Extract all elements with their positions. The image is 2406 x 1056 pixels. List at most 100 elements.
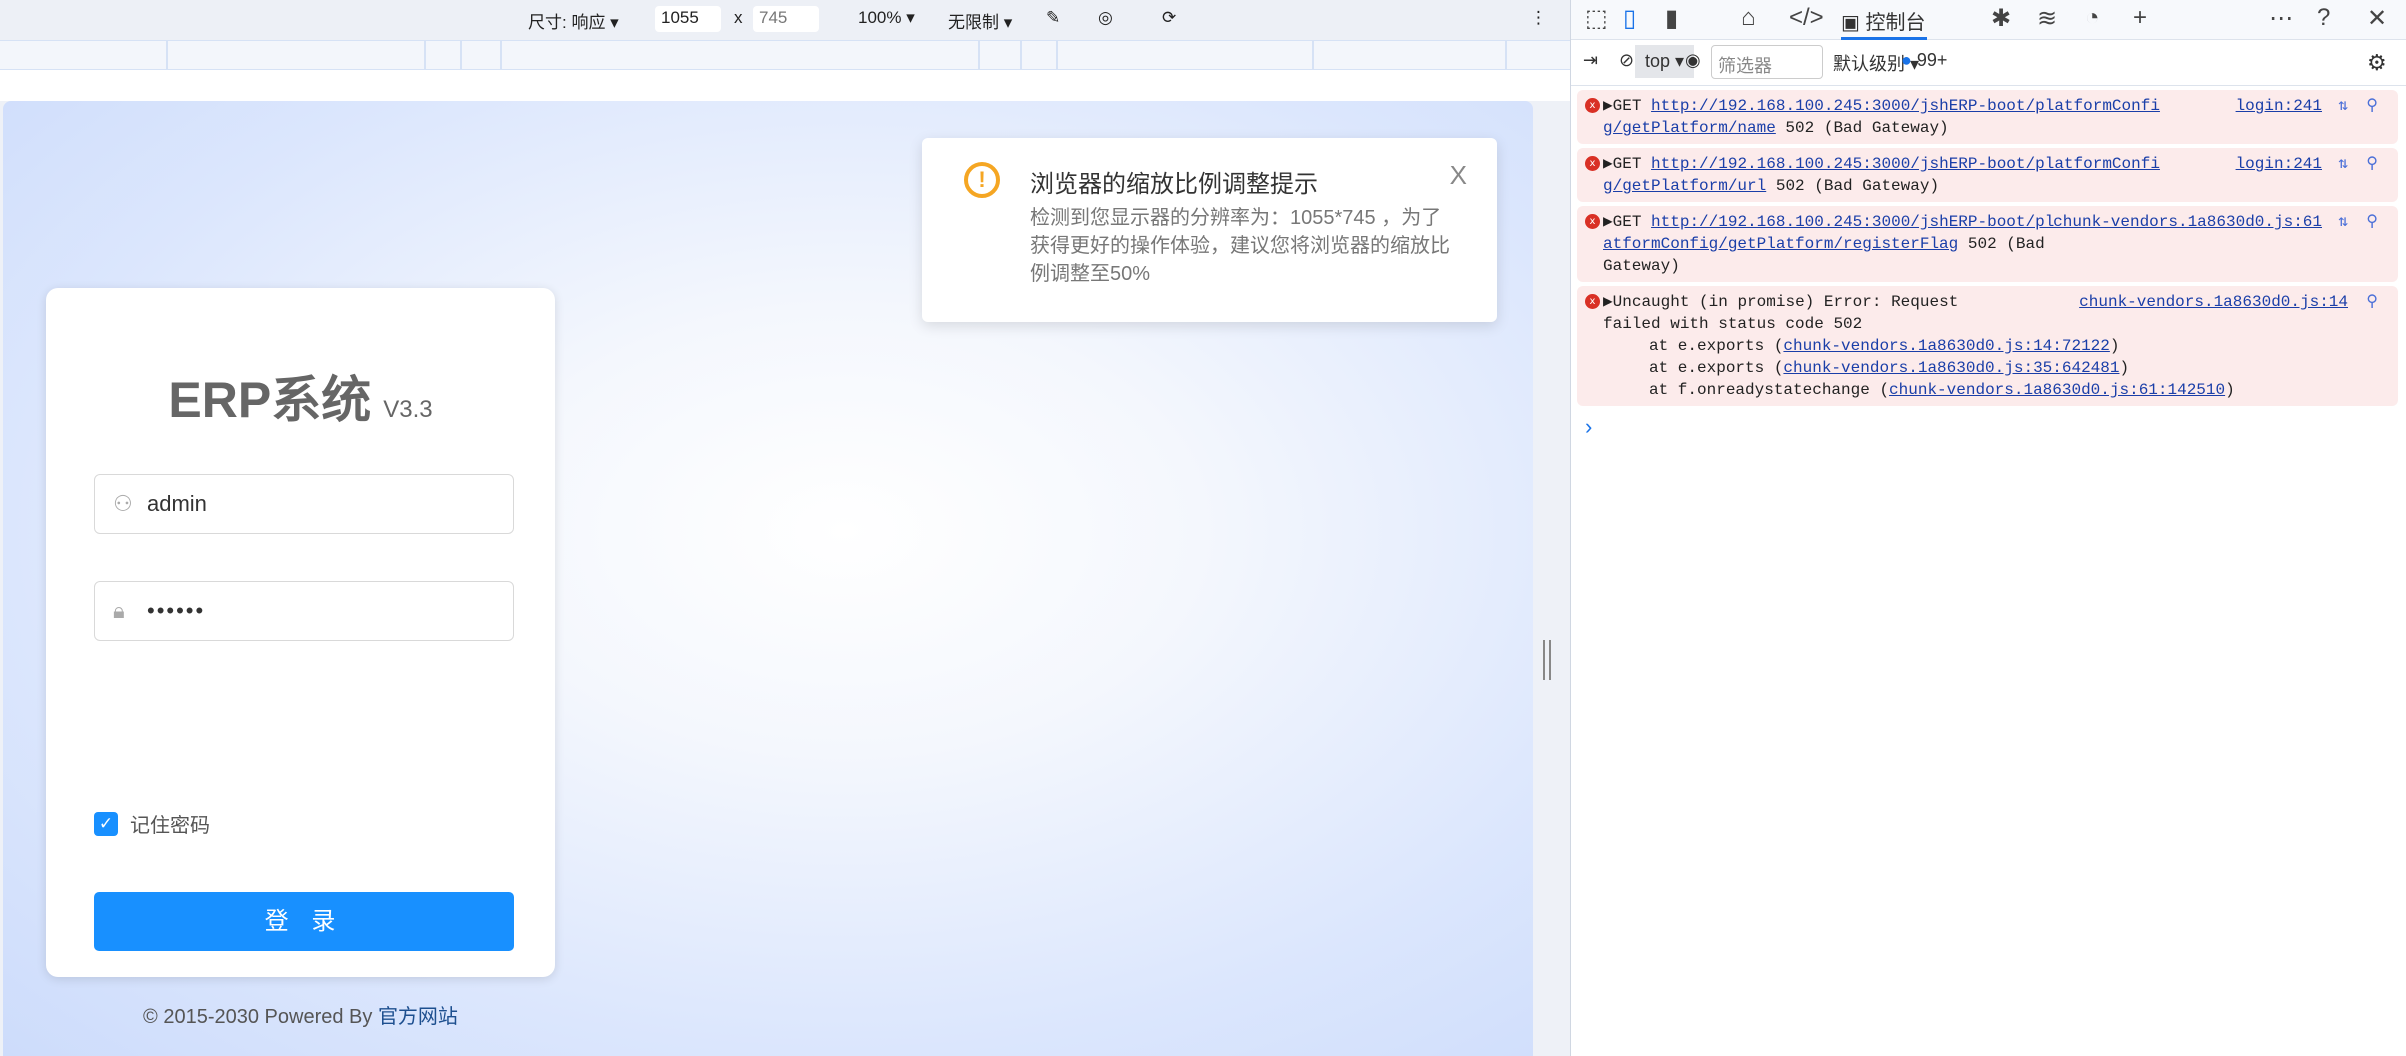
- home-icon[interactable]: ⌂: [1741, 4, 1756, 32]
- network-request-icon[interactable]: ⇅: [2338, 153, 2348, 175]
- zoom-notification: ! 浏览器的缩放比例调整提示 检测到您显示器的分辨率为：1055*745 ，为了…: [922, 138, 1497, 322]
- bug-icon[interactable]: ✱: [1991, 4, 2011, 33]
- tab-console[interactable]: ▣ 控制台: [1841, 0, 1927, 40]
- count-label: 99+: [1916, 50, 1948, 70]
- console-error: x ▶GET http://192.168.100.245:3000/jshERP…: [1577, 90, 2398, 144]
- throttle-label: 无限制: [948, 13, 999, 32]
- media-query-bar[interactable]: [0, 40, 1570, 70]
- check-icon[interactable]: ✓: [94, 811, 118, 836]
- user-icon: ⚇: [113, 491, 133, 516]
- more-icon[interactable]: ⋯: [2269, 4, 2293, 33]
- close-icon[interactable]: ✕: [2367, 4, 2387, 33]
- live-expression-icon[interactable]: ◉: [1685, 50, 1701, 71]
- app-title: ERP系统 V3.3: [46, 360, 555, 432]
- stack-fn: at e.exports (: [1649, 359, 1784, 377]
- zoom-dropdown[interactable]: 100% ▾: [858, 8, 915, 28]
- network-request-icon[interactable]: ⇅: [2338, 95, 2348, 117]
- help-icon[interactable]: ?: [2317, 4, 2330, 32]
- device-toggle-icon[interactable]: ▯: [1623, 4, 1636, 33]
- stack-line: at e.exports (chunk-vendors.1a8630d0.js:…: [1649, 359, 2130, 377]
- stack-line: at f.onreadystatechange (chunk-vendors.1…: [1649, 381, 2235, 399]
- height-input[interactable]: 745: [753, 6, 819, 32]
- password-input[interactable]: 🔒︎ ••••••: [94, 581, 514, 641]
- error-icon: x: [1585, 156, 1600, 171]
- msg-status: 502 (Bad Gateway): [1775, 119, 1949, 137]
- password-value: ••••••: [147, 598, 206, 623]
- msg-prefix: ▶GET: [1603, 213, 1652, 231]
- resize-handle[interactable]: [1543, 640, 1551, 680]
- remember-checkbox[interactable]: ✓ 记住密码: [94, 809, 210, 838]
- console-messages: x ▶GET http://192.168.100.245:3000/jshERP…: [1571, 90, 2406, 440]
- times-label: x: [734, 8, 743, 27]
- console-toolbar: ⇥ ⊘ top ▾ ◉ 筛选器 默认级别 ▾ ● 99+ ⚙: [1571, 40, 2406, 86]
- width-input[interactable]: 1055: [655, 6, 721, 32]
- search-icon[interactable]: ⚲: [2366, 291, 2378, 313]
- eyedropper-icon[interactable]: ✎: [1046, 8, 1060, 28]
- stack-link[interactable]: chunk-vendors.1a8630d0.js:35:642481: [1783, 359, 2119, 377]
- page-viewport-area: 尺寸: 响应 ▾ 1055 x 745 100% ▾ 无限制 ▾ ✎ ◎ ⟳ ⋮…: [0, 0, 1570, 1056]
- login-page: ERP系统 V3.3 ⚇ admin 🔒︎ •••••• ✓ 记住密码 登 录 © 20…: [3, 101, 1533, 1056]
- notice-body: 检测到您显示器的分辨率为：1055*745 ，为了获得更好的操作体验，建议您将浏…: [1030, 207, 1450, 285]
- spacer: [0, 70, 1570, 101]
- footer: © 2015-2030 Powered By 官方网站: [46, 1000, 555, 1029]
- close-icon[interactable]: X: [1450, 160, 1467, 191]
- stack-fn: at e.exports (: [1649, 337, 1784, 355]
- sidebar-icon[interactable]: ⇥: [1583, 50, 1598, 71]
- rotate-icon[interactable]: ⟳: [1162, 8, 1176, 28]
- warning-icon: !: [964, 162, 1000, 198]
- dock-icon[interactable]: ▮: [1665, 4, 1678, 33]
- size-label: 尺寸: 响应: [528, 13, 606, 32]
- notice-title: 浏览器的缩放比例调整提示: [1030, 171, 1318, 198]
- settings-icon[interactable]: ⚙: [2367, 50, 2387, 76]
- source-link[interactable]: chunk-vendors.1a8630d0.js:61: [2053, 211, 2322, 233]
- device-toolbar: 尺寸: 响应 ▾ 1055 x 745 100% ▾ 无限制 ▾ ✎ ◎ ⟳ ⋮: [0, 0, 1570, 40]
- zoom-label: 100%: [858, 8, 902, 27]
- source-link[interactable]: login:241: [2236, 95, 2322, 117]
- search-icon[interactable]: ⚲: [2366, 153, 2378, 175]
- copyright: © 2015-2030 Powered By: [143, 1006, 378, 1028]
- title-text: ERP系统: [168, 372, 372, 428]
- devtools-panel: ⬚ ▯ ▮ ⌂ </> ▣ 控制台 ✱ ≋ ◔ + ⋯ ? ✕ ⇥ ⊘ top …: [1570, 0, 2406, 1056]
- stack-link[interactable]: chunk-vendors.1a8630d0.js:61:142510: [1889, 381, 2225, 399]
- console-tab-label: 控制台: [1865, 12, 1926, 34]
- message-icon: ●: [1901, 50, 1912, 70]
- clear-icon[interactable]: ⊘: [1619, 50, 1634, 71]
- username-value: admin: [147, 491, 207, 516]
- issues-count[interactable]: ● 99+: [1901, 50, 1947, 71]
- search-icon[interactable]: ⚲: [2366, 211, 2378, 233]
- filter-input[interactable]: 筛选器: [1711, 45, 1823, 79]
- context-label: top: [1645, 51, 1671, 71]
- msg-prefix: ▶GET: [1603, 97, 1652, 115]
- error-icon: x: [1585, 294, 1600, 309]
- username-input[interactable]: ⚇ admin: [94, 474, 514, 534]
- size-dropdown[interactable]: 尺寸: 响应 ▾: [528, 8, 619, 33]
- error-icon: x: [1585, 214, 1600, 229]
- version-label: V3.3: [383, 396, 433, 423]
- search-icon[interactable]: ⚲: [2366, 95, 2378, 117]
- error-text: ▶Uncaught (in promise) Error: Request fa…: [1603, 293, 1959, 333]
- add-tab-icon[interactable]: +: [2133, 4, 2147, 32]
- official-site-link[interactable]: 官方网站: [378, 1006, 458, 1028]
- console-icon: ▣: [1841, 12, 1860, 34]
- login-button[interactable]: 登 录: [94, 892, 514, 951]
- more-icon[interactable]: ⋮: [1530, 8, 1547, 28]
- lock-icon: 🔒︎: [113, 598, 125, 623]
- level-label: 默认级别: [1833, 54, 1905, 74]
- source-link[interactable]: chunk-vendors.1a8630d0.js:14: [2079, 291, 2348, 313]
- devtools-tabs: ⬚ ▯ ▮ ⌂ </> ▣ 控制台 ✱ ≋ ◔ + ⋯ ? ✕: [1571, 0, 2406, 40]
- inspect-icon[interactable]: ⬚: [1585, 4, 1608, 33]
- elements-icon[interactable]: </>: [1789, 4, 1824, 32]
- console-prompt[interactable]: ›: [1585, 414, 2406, 440]
- throttle-dropdown[interactable]: 无限制 ▾: [948, 8, 1012, 33]
- console-error: x ▶Uncaught (in promise) Error: Request f…: [1577, 286, 2398, 406]
- sensor-icon[interactable]: ◎: [1098, 8, 1113, 28]
- console-error: x ▶GET http://192.168.100.245:3000/jshERP…: [1577, 206, 2398, 282]
- source-link[interactable]: login:241: [2236, 153, 2322, 175]
- network-icon[interactable]: ≋: [2037, 4, 2057, 33]
- remember-label: 记住密码: [130, 815, 210, 837]
- network-request-icon[interactable]: ⇅: [2338, 211, 2348, 233]
- stack-link[interactable]: chunk-vendors.1a8630d0.js:14:72122: [1783, 337, 2109, 355]
- msg-prefix: ▶GET: [1603, 155, 1652, 173]
- stack-line: at e.exports (chunk-vendors.1a8630d0.js:…: [1649, 337, 2120, 355]
- performance-icon[interactable]: ◔: [2085, 4, 2100, 32]
